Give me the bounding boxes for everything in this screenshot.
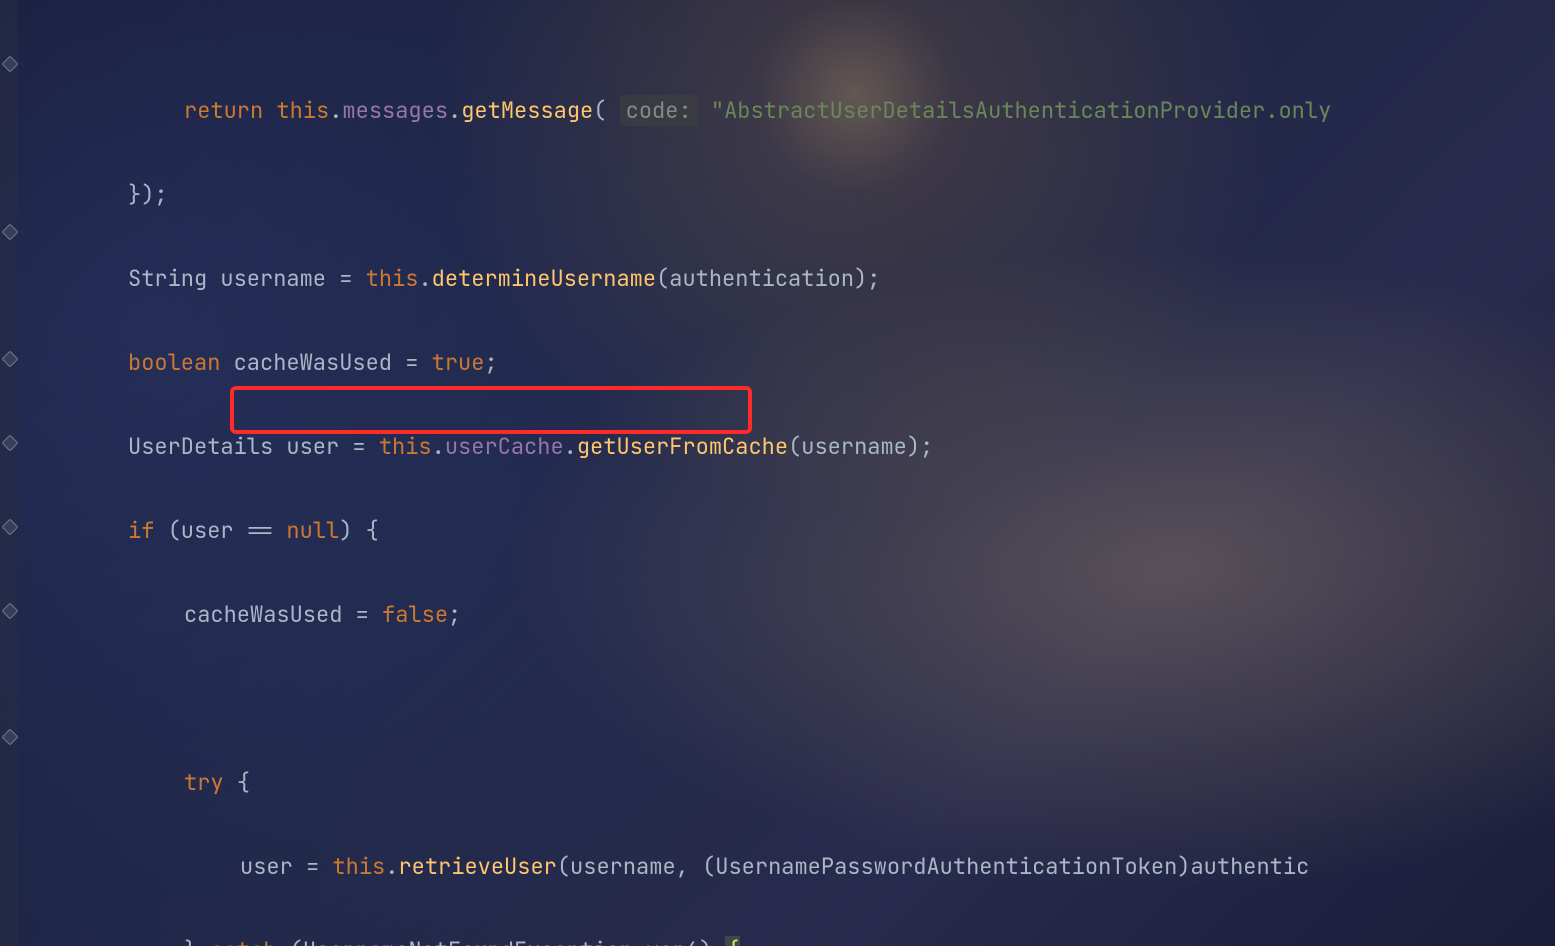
code-line: String username = this.determineUsername… — [0, 258, 1555, 300]
code-line: }); — [0, 174, 1555, 216]
code-line: } catch (UsernameNotFoundException var6)… — [0, 930, 1555, 946]
inlay-hint: code: — [620, 95, 698, 126]
code-line: return this.messages.getMessage( code: "… — [0, 90, 1555, 132]
code-line-blank — [0, 678, 1555, 720]
code-line: if (user == null) { — [0, 510, 1555, 552]
code-line: UserDetails user = this.userCache.getUse… — [0, 426, 1555, 468]
matched-brace: { — [725, 936, 740, 946]
code-editor[interactable]: return this.messages.getMessage( code: "… — [0, 0, 1555, 946]
code-line-highlighted: user = this.retrieveUser(username, (User… — [0, 846, 1555, 888]
code-line: cacheWasUsed = false; — [0, 594, 1555, 636]
code-line: try { — [0, 762, 1555, 804]
keyword-return: return — [184, 96, 263, 125]
code-line: boolean cacheWasUsed = true; — [0, 342, 1555, 384]
